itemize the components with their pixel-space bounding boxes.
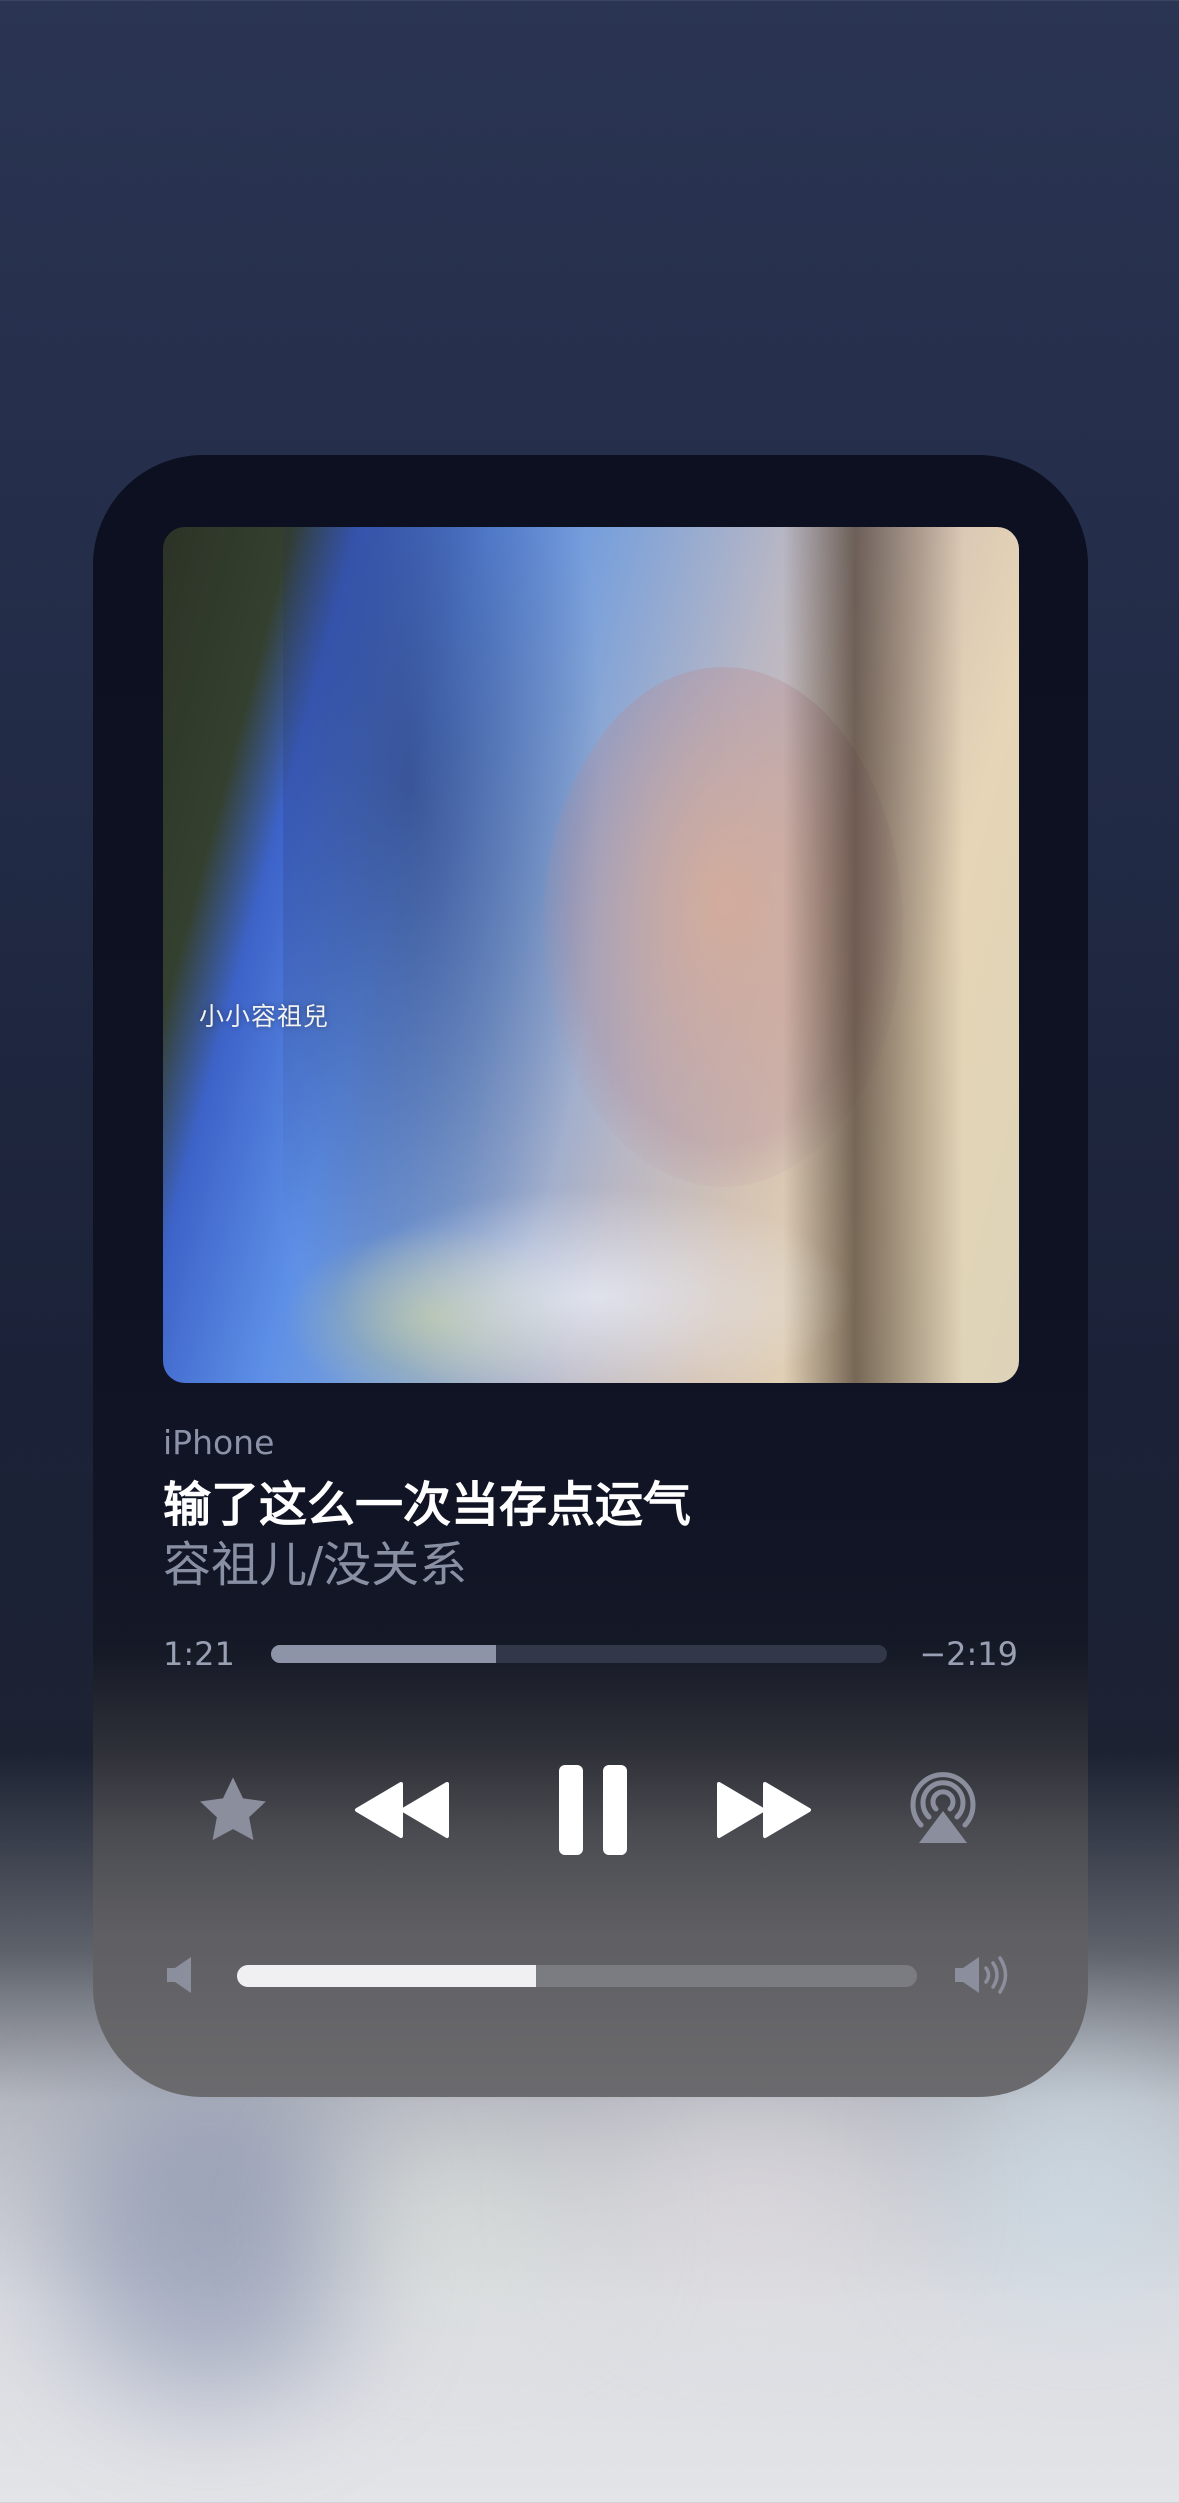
background-blur	[60, 2080, 360, 2400]
artwork-text: 小小容祖兒	[199, 1002, 330, 1031]
fast-forward-icon	[713, 1780, 813, 1840]
airplay-button[interactable]	[893, 1757, 993, 1857]
progress-fill	[271, 1645, 496, 1663]
speaker-low-icon	[165, 1955, 195, 1995]
favorite-button[interactable]	[183, 1760, 283, 1860]
background-blur	[600, 2100, 900, 2300]
volume-max-button	[948, 1950, 1018, 2000]
track-artist-album: 容祖儿/没关系	[163, 1537, 468, 1593]
airplay-audio-icon	[903, 1767, 983, 1847]
pause-icon	[557, 1763, 629, 1857]
pause-button[interactable]	[543, 1750, 643, 1870]
remaining-time: −2:19	[919, 1635, 1018, 1673]
progress-scrubber[interactable]	[271, 1645, 887, 1663]
album-artwork[interactable]: 小小容祖兒	[163, 527, 1019, 1383]
volume-min-button	[158, 1950, 202, 2000]
elapsed-time: 1:21	[163, 1635, 235, 1673]
now-playing-card: 小小容祖兒 iPhone 输了这么一次当存点运气 容祖儿/没关系 1:21 −2…	[93, 455, 1088, 2097]
fast-forward-button[interactable]	[708, 1765, 818, 1855]
rewind-icon	[353, 1780, 453, 1840]
star-icon	[196, 1775, 270, 1845]
volume-fill	[237, 1965, 537, 1987]
speaker-high-icon	[953, 1955, 1013, 1995]
output-device-label: iPhone	[163, 1423, 275, 1462]
rewind-button[interactable]	[348, 1765, 458, 1855]
background-blur	[330, 2140, 590, 2320]
volume-slider[interactable]	[237, 1965, 917, 1987]
